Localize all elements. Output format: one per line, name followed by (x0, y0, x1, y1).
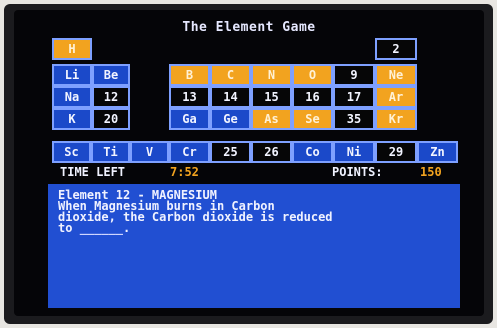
cell-Co[interactable]: Co (292, 141, 333, 163)
cell-Cl[interactable]: 17 (333, 86, 375, 108)
cell-Cu[interactable]: 29 (375, 141, 417, 163)
cell-Ca[interactable]: 20 (92, 108, 130, 130)
cell-O[interactable]: O (292, 64, 333, 86)
cell-As[interactable]: As (251, 108, 292, 130)
cell-Ar[interactable]: Ar (375, 86, 417, 108)
points-label: POINTS: (332, 165, 383, 179)
cell-P[interactable]: 15 (251, 86, 292, 108)
points-value: 150 (420, 165, 442, 179)
game-screen: The Element Game H 2 Li Be B C N O 9 Ne … (14, 10, 484, 316)
cell-Kr[interactable]: Kr (375, 108, 417, 130)
cell-C[interactable]: C (210, 64, 251, 86)
cell-F[interactable]: 9 (333, 64, 375, 86)
cell-Zn[interactable]: Zn (417, 141, 458, 163)
cell-V[interactable]: V (130, 141, 169, 163)
cell-Li[interactable]: Li (52, 64, 92, 86)
cell-Al[interactable]: 13 (169, 86, 210, 108)
cell-H[interactable]: H (52, 38, 92, 60)
cell-He[interactable]: 2 (375, 38, 417, 60)
cell-Na[interactable]: Na (52, 86, 92, 108)
message-line-3: to ______. (58, 221, 450, 235)
message-panel: Element 12 - MAGNESIUM When Magnesium bu… (48, 184, 460, 308)
cell-Mg[interactable]: 12 (92, 86, 130, 108)
time-left-label: TIME LEFT (60, 165, 126, 179)
cell-Ni[interactable]: Ni (333, 141, 375, 163)
answer-blank[interactable]: ______ (80, 221, 123, 235)
cell-Ti[interactable]: Ti (91, 141, 130, 163)
cell-Si[interactable]: 14 (210, 86, 251, 108)
cell-Br[interactable]: 35 (333, 108, 375, 130)
cell-Ne[interactable]: Ne (375, 64, 417, 86)
cell-Ga[interactable]: Ga (169, 108, 210, 130)
cell-N[interactable]: N (251, 64, 292, 86)
cell-Cr[interactable]: Cr (169, 141, 210, 163)
cell-B[interactable]: B (169, 64, 210, 86)
game-title: The Element Game (182, 20, 316, 35)
time-left-value: 7:52 (170, 165, 199, 179)
cell-Se[interactable]: Se (292, 108, 333, 130)
cell-Fe[interactable]: 26 (251, 141, 292, 163)
cell-Mn[interactable]: 25 (210, 141, 251, 163)
cell-Sc[interactable]: Sc (52, 141, 91, 163)
message-line-3-prefix: to (58, 221, 80, 235)
cell-K[interactable]: K (52, 108, 92, 130)
cell-Be[interactable]: Be (92, 64, 130, 86)
message-line-3-suffix: . (123, 221, 131, 235)
cell-Ge[interactable]: Ge (210, 108, 251, 130)
cell-S[interactable]: 16 (292, 86, 333, 108)
